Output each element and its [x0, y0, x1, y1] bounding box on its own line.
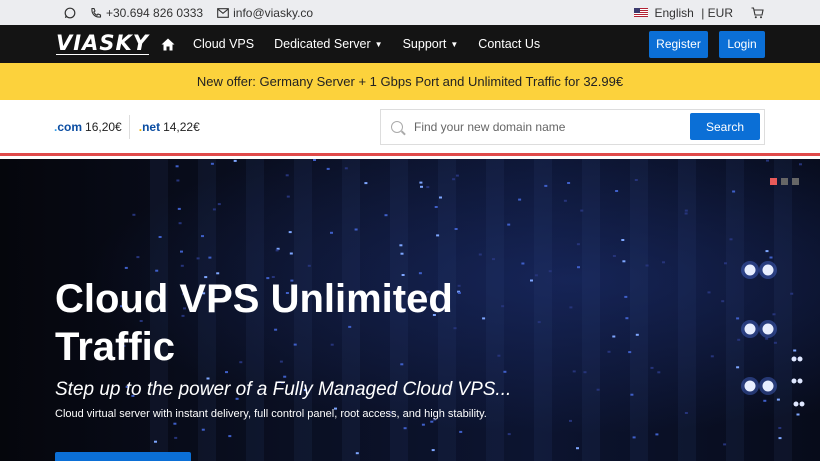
phone-icon — [91, 7, 102, 18]
hero-title: Cloud VPS Unlimited Traffic — [55, 277, 453, 369]
email-address: info@viasky.co — [233, 5, 314, 20]
tld-divider — [128, 114, 130, 139]
search-icon — [391, 120, 403, 133]
hero-subtitle: Step up to the power of a Fully Managed … — [55, 379, 512, 400]
register-button[interactable]: Register — [649, 30, 708, 58]
main-navbar: VIASKY Cloud VPS Dedicated Server ▼ Suppo… — [0, 25, 820, 63]
slide-indicator-2[interactable] — [781, 178, 788, 185]
offer-text: New offer: Germany Server + 1 Gbps Port … — [196, 74, 624, 89]
slider-indicators — [770, 178, 799, 185]
home-icon — [161, 38, 175, 50]
currency-selector[interactable]: EUR — [708, 6, 733, 20]
currency-label: EUR — [707, 5, 733, 20]
locale-controls: English | EUR — [633, 5, 765, 20]
language-selector[interactable]: English | — [633, 5, 708, 20]
slide-indicator-1[interactable] — [770, 178, 777, 185]
tld-net-price: .net 14,22€ — [139, 120, 200, 134]
tld-com-name: com — [57, 119, 83, 134]
phone-number: +30.694 826 0333 — [106, 5, 204, 20]
locale-separator: | — [697, 5, 708, 20]
caret-down-icon: ▼ — [374, 39, 383, 49]
nav-dedicated-server-label: Dedicated Server — [274, 37, 371, 51]
search-button[interactable]: Search — [690, 113, 760, 140]
whatsapp-link[interactable] — [64, 7, 76, 19]
tld-com-price-value: 16,20€ — [85, 119, 122, 134]
tld-net-name: net — [142, 119, 161, 134]
caret-down-icon: ▼ — [450, 39, 459, 49]
us-flag-icon — [633, 8, 648, 17]
contact-info: +30.694 826 0333 info@viasky.co — [64, 6, 313, 20]
tld-net-price-value: 14,22€ — [163, 119, 200, 134]
cart-icon — [751, 6, 764, 18]
offer-banner[interactable]: New offer: Germany Server + 1 Gbps Port … — [0, 63, 820, 100]
email-link[interactable]: info@viasky.co — [217, 6, 313, 20]
login-button[interactable]: Login — [719, 30, 765, 58]
nav-cloud-vps[interactable]: Cloud VPS — [193, 37, 254, 51]
domain-search-strip: .com 16,20€ .net 14,22€ Search — [0, 100, 820, 156]
cart-link[interactable] — [751, 6, 764, 19]
nav-support[interactable]: Support ▼ — [403, 37, 459, 51]
nav-dedicated-server[interactable]: Dedicated Server ▼ — [274, 37, 383, 51]
top-info-bar: +30.694 826 0333 info@viasky.co English … — [0, 0, 820, 25]
nav-cloud-vps-label: Cloud VPS — [192, 37, 255, 51]
domain-search-box: Search — [380, 108, 765, 145]
hero-description: Cloud virtual server with instant delive… — [55, 408, 487, 420]
viasky-logo[interactable]: VIASKY — [56, 33, 149, 55]
hero-slider: Cloud VPS Unlimited Traffic Step up to t… — [0, 159, 820, 461]
whatsapp-icon — [64, 7, 76, 18]
slide-indicator-3[interactable] — [792, 178, 799, 185]
auth-buttons: Register Login — [649, 30, 765, 58]
phone-link[interactable]: +30.694 826 0333 — [90, 6, 203, 20]
nav-contact-us[interactable]: Contact Us — [478, 37, 540, 51]
envelope-icon — [217, 7, 229, 18]
domain-search-input[interactable] — [414, 119, 690, 134]
hero-cta-button[interactable] — [55, 452, 191, 461]
nav-contact-us-label: Contact Us — [478, 37, 541, 51]
language-label: English — [654, 5, 694, 20]
home-link[interactable] — [161, 38, 175, 51]
tld-com-price: .com 16,20€ — [54, 120, 122, 134]
nav-support-label: Support — [402, 37, 447, 51]
